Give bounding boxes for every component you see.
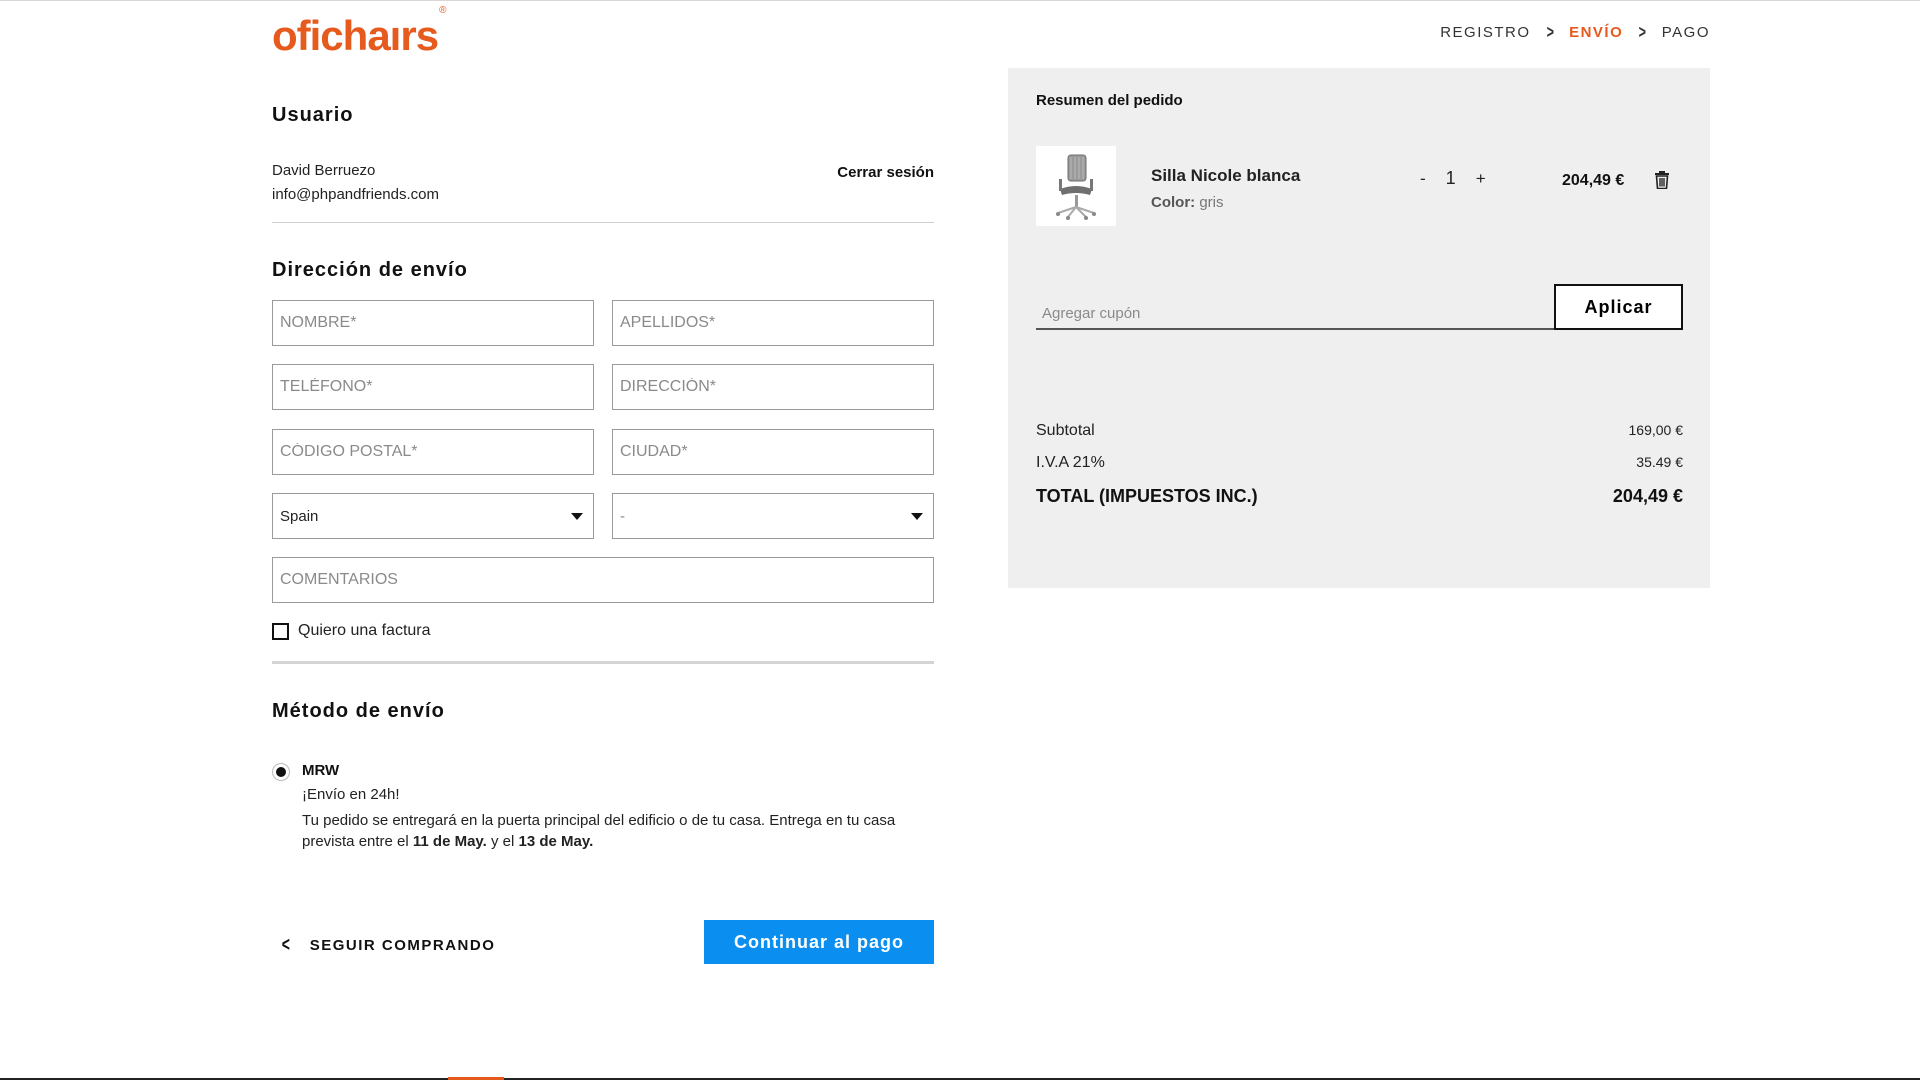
logout-link[interactable]: Cerrar sesión <box>837 164 934 181</box>
top-border <box>0 0 1920 1</box>
direccion-input[interactable] <box>613 365 933 409</box>
registered-mark: ® <box>439 5 446 16</box>
apellidos-field[interactable] <box>612 300 934 346</box>
coupon-input[interactable] <box>1036 284 1556 328</box>
product-color: Color: gris <box>1151 194 1224 211</box>
total-row: TOTAL (IMPUESTOS INC.) 204,49 € <box>1036 486 1683 507</box>
checkout-steps: REGISTRO > ENVÍO > PAGO <box>1440 22 1710 43</box>
product-color-value: gris <box>1199 194 1224 211</box>
divider <box>272 222 934 223</box>
invoice-checkbox[interactable] <box>272 622 289 640</box>
comentarios-input[interactable] <box>273 558 933 602</box>
shipping-desc-part2: y el <box>486 833 519 850</box>
product-name[interactable]: Silla Nicole blanca <box>1151 166 1300 186</box>
coupon-field[interactable] <box>1036 284 1556 330</box>
ciudad-input[interactable] <box>613 430 933 474</box>
mrw-radio[interactable] <box>272 763 290 781</box>
direccion-field[interactable] <box>612 364 934 410</box>
tax-label: I.V.A 21% <box>1036 454 1105 471</box>
nombre-field[interactable] <box>272 300 594 346</box>
product-thumbnail[interactable] <box>1036 146 1116 226</box>
caret-down-icon <box>911 512 923 520</box>
chevron-right-icon: > <box>1546 22 1554 42</box>
user-name: David Berruezo <box>272 162 376 179</box>
continue-shopping-link[interactable]: < SEGUIR COMPRANDO <box>280 934 495 957</box>
caret-down-icon <box>571 512 583 520</box>
office-chair-icon <box>1056 154 1096 220</box>
apply-coupon-button[interactable]: Aplicar <box>1554 284 1683 330</box>
subtotal-row: Subtotal 169,00 € <box>1036 422 1683 440</box>
province-select-value: - <box>620 507 625 525</box>
shipping-method-title: Método de envío <box>272 700 445 722</box>
shipping-option-tagline: ¡Envío en 24h! <box>302 786 400 803</box>
shipping-option-description: Tu pedido se entregará en la puerta prin… <box>302 810 902 852</box>
step-registro[interactable]: REGISTRO <box>1440 24 1530 41</box>
telefono-input[interactable] <box>273 365 593 409</box>
total-label: TOTAL (IMPUESTOS INC.) <box>1036 486 1258 506</box>
quantity-value: 1 <box>1445 168 1456 188</box>
ciudad-field[interactable] <box>612 429 934 475</box>
province-select[interactable]: - <box>612 493 934 539</box>
tax-value: 35.49 € <box>1636 454 1683 470</box>
country-select-value: Spain <box>280 507 319 525</box>
chevron-right-icon: > <box>1638 22 1647 42</box>
codigo-postal-field[interactable] <box>272 429 594 475</box>
user-section-title: Usuario <box>272 104 354 126</box>
shipping-desc-part1: Tu pedido se entregará en la puerta prin… <box>302 812 896 850</box>
tax-row: I.V.A 21% 35.49 € <box>1036 454 1683 472</box>
step-envio[interactable]: ENVÍO <box>1569 24 1623 41</box>
comentarios-field[interactable] <box>272 557 934 603</box>
codigo-postal-input[interactable] <box>273 430 593 474</box>
oficha-logo[interactable]: ofichaırs® <box>272 5 447 60</box>
quantity-decrease-button[interactable]: - <box>1420 169 1426 189</box>
delivery-date-from: 11 de May. <box>412 833 487 850</box>
chevron-left-icon: < <box>281 934 290 956</box>
user-email: info@phpandfriends.com <box>272 186 439 203</box>
total-value: 204,49 € <box>1612 486 1683 506</box>
product-color-label: Color: <box>1151 194 1196 211</box>
telefono-field[interactable] <box>272 364 594 410</box>
apellidos-input[interactable] <box>613 301 933 345</box>
order-summary-panel: Resumen del pedido Silla Nicole blanca C… <box>1008 68 1710 588</box>
product-price: 204,49 € <box>1562 172 1625 189</box>
subtotal-label: Subtotal <box>1036 422 1095 439</box>
logo-text: ofichaırs <box>272 12 439 59</box>
quantity-increase-button[interactable]: + <box>1476 169 1486 189</box>
trash-icon[interactable] <box>1654 171 1670 194</box>
nombre-input[interactable] <box>273 301 593 345</box>
continue-to-payment-button[interactable]: Continuar al pago <box>704 920 934 964</box>
continue-shopping-label: SEGUIR COMPRANDO <box>309 937 496 954</box>
subtotal-value: 169,00 € <box>1628 422 1684 438</box>
divider <box>272 661 934 664</box>
step-pago[interactable]: PAGO <box>1662 24 1710 41</box>
delivery-date-to: 13 de May. <box>518 833 594 850</box>
radio-selected-dot <box>276 767 286 777</box>
country-select[interactable]: Spain <box>272 493 594 539</box>
invoice-checkbox-row[interactable]: Quiero una factura <box>272 622 431 640</box>
invoice-checkbox-label: Quiero una factura <box>298 622 431 639</box>
shipping-option-name: MRW <box>302 762 340 779</box>
order-summary-title: Resumen del pedido <box>1036 92 1183 109</box>
shipping-address-title: Dirección de envío <box>272 259 468 281</box>
quantity-stepper: - 1 + <box>1420 168 1486 189</box>
